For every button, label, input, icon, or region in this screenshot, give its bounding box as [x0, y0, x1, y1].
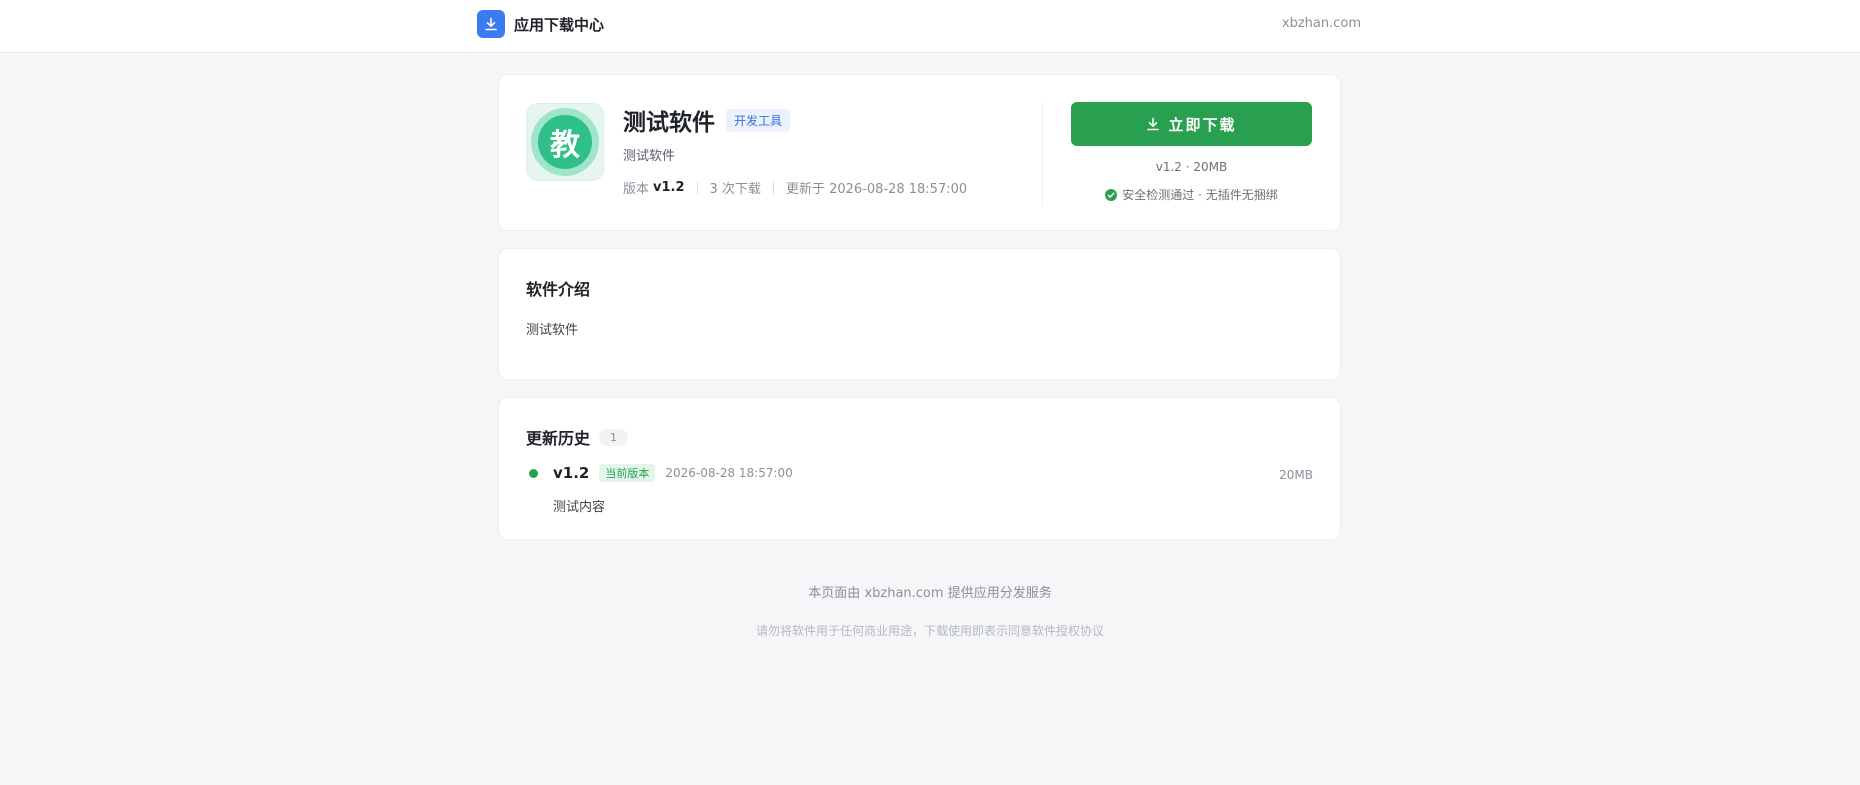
intro-title: 软件介绍: [526, 280, 591, 299]
app-icon-glyph: 教: [538, 115, 592, 169]
app-icon-ring: 教: [531, 108, 599, 176]
version-value: v1.2: [653, 180, 685, 195]
history-size: 20MB: [1279, 468, 1313, 482]
current-version-tag: 当前版本: [599, 464, 656, 482]
updated-time: 更新于 2026-08-28 18:57:00: [785, 182, 968, 197]
category-tag[interactable]: 开发工具: [726, 108, 791, 132]
app-title-row: 测试软件 开发工具: [623, 103, 791, 137]
safety-notice: 安全检测通过 · 无插件无捆绑: [1071, 186, 1312, 203]
footer-link[interactable]: xbzhan.com: [864, 586, 943, 601]
safety-text: 安全检测通过 · 无插件无捆绑: [1122, 188, 1278, 202]
download-button-label: 立即下载: [1168, 116, 1237, 134]
app-title: 测试软件: [623, 110, 715, 136]
site-link[interactable]: xbzhan.com: [1282, 16, 1361, 31]
intro-text: 测试软件: [526, 323, 579, 338]
history-item: v1.2 当前版本 2026-08-28 18:57:00: [553, 464, 793, 482]
version-size: v1.2 · 20MB: [1155, 160, 1228, 174]
download-button[interactable]: 立即下载: [1071, 102, 1312, 146]
history-date: 2026-08-28 18:57:00: [665, 466, 793, 480]
download-count: 3 次下载: [709, 182, 761, 197]
timeline-dot: [529, 469, 538, 478]
app-meta: 版本 v1.2 3 次下载 更新于 2026-08-28 18:57:00: [623, 178, 967, 197]
top-bar: 应用下载中心 xbzhan.com: [0, 0, 1860, 53]
footer-credit: 本页面由 xbzhan.com 提供应用分发服务: [0, 582, 1860, 601]
app-subtitle: 测试软件: [623, 149, 676, 164]
footer-suffix: 提供应用分发服务: [947, 586, 1052, 601]
vertical-divider: [1042, 101, 1043, 205]
footer-disclaimer: 请勿将软件用于任何商业用途，下载使用即表示同意软件授权协议: [755, 624, 1104, 638]
download-icon: [1147, 117, 1160, 131]
check-circle-icon: [1105, 188, 1118, 201]
history-version: v1.2: [553, 464, 590, 482]
meta-divider: [772, 181, 774, 194]
brand[interactable]: 应用下载中心: [477, 10, 604, 38]
intro-card: 软件介绍 测试软件: [498, 248, 1341, 380]
history-header: 更新历史 1: [526, 425, 629, 449]
history-content: 测试内容: [553, 500, 606, 515]
meta-divider: [696, 181, 698, 194]
download-icon: [477, 10, 505, 38]
history-card: 更新历史 1 v1.2 当前版本 2026-08-28 18:57:00 20M…: [498, 397, 1341, 540]
version-label: 版本: [623, 182, 650, 197]
history-count-badge: 1: [599, 428, 629, 446]
app-icon: 教: [526, 103, 604, 181]
brand-name: 应用下载中心: [514, 15, 605, 34]
app-header-card: 教 测试软件 开发工具 测试软件 版本 v1.2 3 次下载 更新于 2026-…: [498, 74, 1341, 231]
footer-prefix: 本页面由: [808, 586, 861, 601]
history-title: 更新历史: [526, 429, 591, 448]
